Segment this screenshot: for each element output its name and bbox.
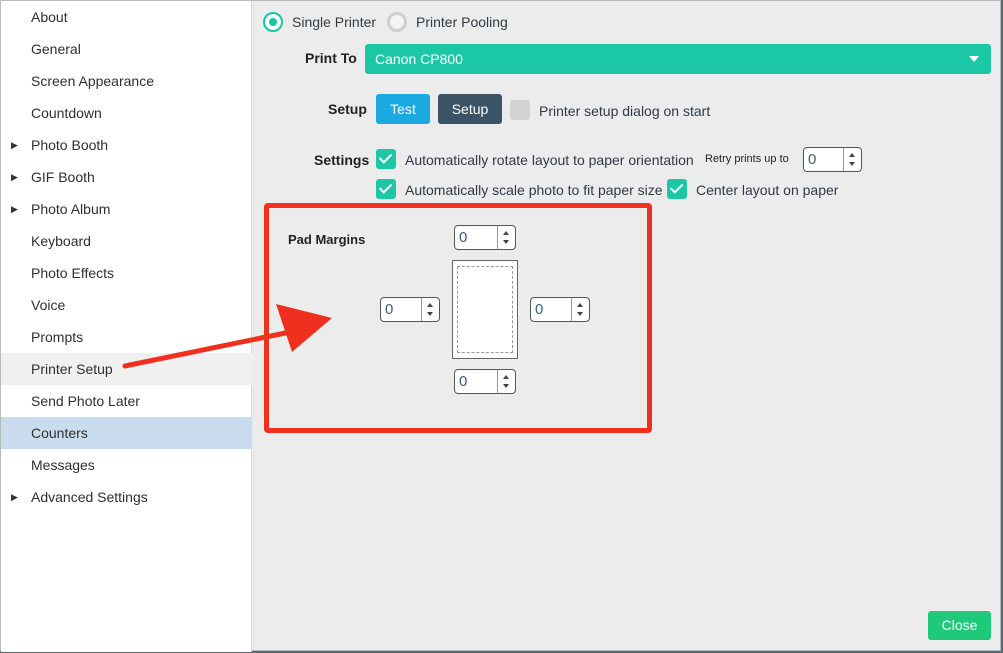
sidebar-item-label: Voice — [31, 297, 66, 313]
sidebar-item-about[interactable]: About — [1, 1, 252, 33]
printer-pooling-label[interactable]: Printer Pooling — [416, 14, 508, 30]
sidebar-item-label: Counters — [31, 425, 88, 441]
printer-select[interactable]: Canon CP800 — [365, 44, 991, 74]
stepper-arrows[interactable] — [843, 148, 861, 171]
arrow-up-icon[interactable] — [849, 153, 855, 157]
printer-setup-panel: Single Printer Printer Pooling Print To … — [253, 1, 1002, 652]
sidebar-item-messages[interactable]: Messages — [1, 449, 252, 481]
triangle-right-icon[interactable]: ▶ — [11, 193, 18, 225]
retry-prints-label: Retry prints up to — [705, 153, 789, 165]
sidebar-item-label: Messages — [31, 457, 95, 473]
auto-rotate-label[interactable]: Automatically rotate layout to paper ori… — [405, 152, 694, 168]
sidebar-item-label: Photo Effects — [31, 265, 115, 281]
sidebar-item-keyboard[interactable]: Keyboard — [1, 225, 252, 257]
arrow-down-icon[interactable] — [849, 162, 855, 166]
sidebar-item-counters[interactable]: Counters — [1, 417, 252, 449]
triangle-right-icon[interactable]: ▶ — [11, 481, 18, 513]
sidebar-item-label: General — [31, 41, 81, 57]
auto-scale-checkbox[interactable] — [376, 179, 396, 199]
settings-label: Settings — [314, 152, 370, 168]
sidebar-item-label: Photo Album — [31, 201, 111, 217]
sidebar-item-advanced-settings[interactable]: ▶ Advanced Settings — [1, 481, 252, 513]
sidebar-item-label: Send Photo Later — [31, 393, 140, 409]
sidebar-item-label: Photo Booth — [31, 137, 109, 153]
sidebar-item-gif-booth[interactable]: ▶ GIF Booth — [1, 161, 252, 193]
sidebar-item-label: GIF Booth — [31, 169, 95, 185]
sidebar-item-general[interactable]: General — [1, 33, 252, 65]
sidebar-item-label: Prompts — [31, 329, 84, 345]
setup-label: Setup — [328, 101, 367, 117]
sidebar-item-send-photo-later[interactable]: Send Photo Later — [1, 385, 252, 417]
sidebar: About General Screen Appearance Countdow… — [1, 1, 252, 652]
auto-rotate-checkbox[interactable] — [376, 149, 396, 169]
center-layout-checkbox[interactable] — [667, 179, 687, 199]
sidebar-item-countdown[interactable]: Countdown — [1, 97, 252, 129]
printer-setup-dialog-label[interactable]: Printer setup dialog on start — [539, 103, 710, 119]
triangle-right-icon[interactable]: ▶ — [11, 129, 18, 161]
printer-setup-dialog-checkbox[interactable] — [510, 100, 530, 120]
test-button[interactable]: Test — [376, 94, 430, 124]
sidebar-item-prompts[interactable]: Prompts — [1, 321, 252, 353]
sidebar-item-photo-album[interactable]: ▶ Photo Album — [1, 193, 252, 225]
sidebar-item-label: Screen Appearance — [31, 73, 154, 89]
single-printer-label[interactable]: Single Printer — [292, 14, 376, 30]
retry-prints-stepper[interactable]: 0 — [803, 147, 862, 172]
sidebar-item-label: Keyboard — [31, 233, 91, 249]
printer-select-value: Canon CP800 — [375, 51, 463, 67]
sidebar-item-label: About — [31, 9, 68, 25]
single-printer-radio[interactable] — [263, 12, 283, 32]
retry-prints-value[interactable]: 0 — [808, 151, 816, 168]
sidebar-item-photo-effects[interactable]: Photo Effects — [1, 257, 252, 289]
triangle-right-icon[interactable]: ▶ — [11, 161, 18, 193]
sidebar-item-printer-setup[interactable]: Printer Setup — [1, 353, 252, 385]
annotation-highlight-box — [264, 203, 652, 433]
sidebar-item-label: Advanced Settings — [31, 489, 148, 505]
sidebar-item-voice[interactable]: Voice — [1, 289, 252, 321]
chevron-down-icon — [969, 56, 979, 62]
print-to-label: Print To — [305, 50, 357, 66]
settings-window: About General Screen Appearance Countdow… — [0, 0, 1002, 652]
sidebar-item-label: Countdown — [31, 105, 102, 121]
center-layout-label[interactable]: Center layout on paper — [696, 182, 838, 198]
close-button[interactable]: Close — [928, 611, 991, 640]
setup-button[interactable]: Setup — [438, 94, 502, 124]
sidebar-item-label: Printer Setup — [31, 361, 113, 377]
auto-scale-label[interactable]: Automatically scale photo to fit paper s… — [405, 182, 663, 198]
sidebar-item-screen-appearance[interactable]: Screen Appearance — [1, 65, 252, 97]
printer-pooling-radio[interactable] — [387, 12, 407, 32]
sidebar-item-photo-booth[interactable]: ▶ Photo Booth — [1, 129, 252, 161]
